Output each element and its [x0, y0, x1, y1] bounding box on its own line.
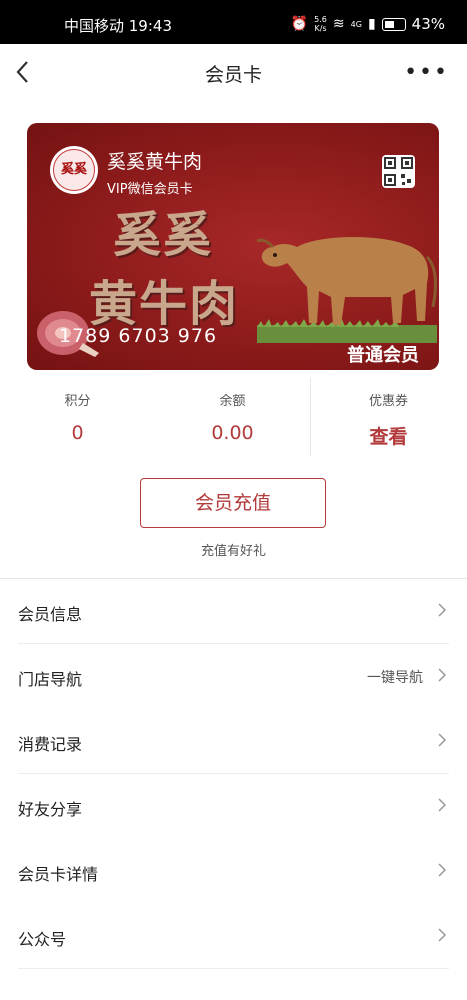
- menu-item-label: 门店导航: [18, 670, 83, 689]
- logo-text: 奚奚: [53, 149, 95, 191]
- card-number: 1789 6703 976: [59, 325, 218, 347]
- store-logo: 奚奚: [50, 146, 98, 194]
- status-bar: 中国移动 19:43 ⏰ 5.6 K/s ≋ 4G ▮ 43%: [0, 0, 467, 44]
- signal-icon: ▮: [367, 16, 376, 32]
- chevron-right-icon: [438, 603, 447, 617]
- recharge-hint: 充值有好礼: [200, 544, 266, 559]
- carrier-time: 中国移动 19:43: [64, 17, 172, 35]
- menu-item-official-account[interactable]: 公众号: [0, 904, 467, 969]
- net-speed-value: 5.6: [314, 15, 327, 24]
- stat-label: 余额: [219, 394, 246, 409]
- menu-item-label: 好友分享: [18, 800, 83, 819]
- menu-item-share-friends[interactable]: 好友分享: [0, 774, 467, 839]
- net-speed-unit: K/s: [314, 24, 327, 33]
- stat-points[interactable]: 积分 0: [0, 378, 155, 456]
- card-art-line1: 奚奚: [113, 207, 214, 263]
- one-tap-navigation[interactable]: 一键导航: [367, 667, 423, 687]
- menu-item-member-info[interactable]: 会员信息: [0, 579, 467, 644]
- member-level: 普通会员: [347, 345, 419, 366]
- menu-item-label: 会员卡详情: [18, 865, 99, 884]
- menu-item-store-navigation[interactable]: 门店导航 一键导航: [0, 644, 467, 709]
- chevron-right-icon: [438, 798, 447, 812]
- store-name: 奚奚黄牛肉: [107, 151, 203, 173]
- menu-item-card-details[interactable]: 会员卡详情: [0, 839, 467, 904]
- network-type: 4G: [350, 19, 362, 29]
- stat-value: 0.00: [211, 422, 254, 444]
- qr-code-icon[interactable]: [382, 155, 415, 188]
- view-coupons-link[interactable]: 查看: [311, 422, 466, 449]
- cow-illustration: [256, 236, 437, 343]
- menu-item-purchase-history[interactable]: 消费记录: [0, 709, 467, 774]
- chevron-right-icon: [438, 928, 447, 942]
- wifi-icon: ≋: [332, 16, 345, 32]
- member-stats: 积分 0 余额 0.00 优惠券 查看: [0, 378, 467, 456]
- stat-label: 积分: [64, 394, 91, 409]
- stat-value: 0: [71, 422, 84, 444]
- divider: [18, 968, 449, 969]
- member-card[interactable]: 奚奚 奚奚黄牛肉 VIP微信会员卡 奚奚 黄牛肉 1789 6703 976 普…: [27, 123, 439, 370]
- more-icon[interactable]: •••: [404, 60, 449, 85]
- menu-item-label: 公众号: [18, 930, 67, 949]
- card-art-line2: 黄牛肉: [89, 276, 240, 332]
- battery-level: 43%: [411, 15, 445, 33]
- battery-icon: [381, 17, 406, 31]
- menu-item-label: 会员信息: [18, 605, 83, 624]
- stat-label: 优惠券: [368, 394, 408, 409]
- chevron-right-icon: [438, 668, 447, 682]
- stat-coupons[interactable]: 优惠券 查看: [311, 378, 466, 456]
- nav-bar: 会员卡 •••: [0, 44, 467, 100]
- menu-list: 会员信息 门店导航 一键导航 消费记录 好友分享 会员卡详情 公众号: [0, 579, 467, 969]
- net-speed: 5.6 K/s: [314, 15, 327, 33]
- chevron-right-icon: [438, 733, 447, 747]
- status-icons: ⏰ 5.6 K/s ≋ 4G ▮ 43%: [291, 15, 445, 33]
- recharge-button[interactable]: 会员充值: [140, 478, 326, 528]
- page-title: 会员卡: [204, 64, 262, 86]
- menu-item-label: 消费记录: [18, 735, 83, 754]
- alarm-icon: ⏰: [290, 16, 309, 32]
- stat-balance[interactable]: 余额 0.00: [155, 378, 310, 456]
- chevron-right-icon: [438, 863, 447, 877]
